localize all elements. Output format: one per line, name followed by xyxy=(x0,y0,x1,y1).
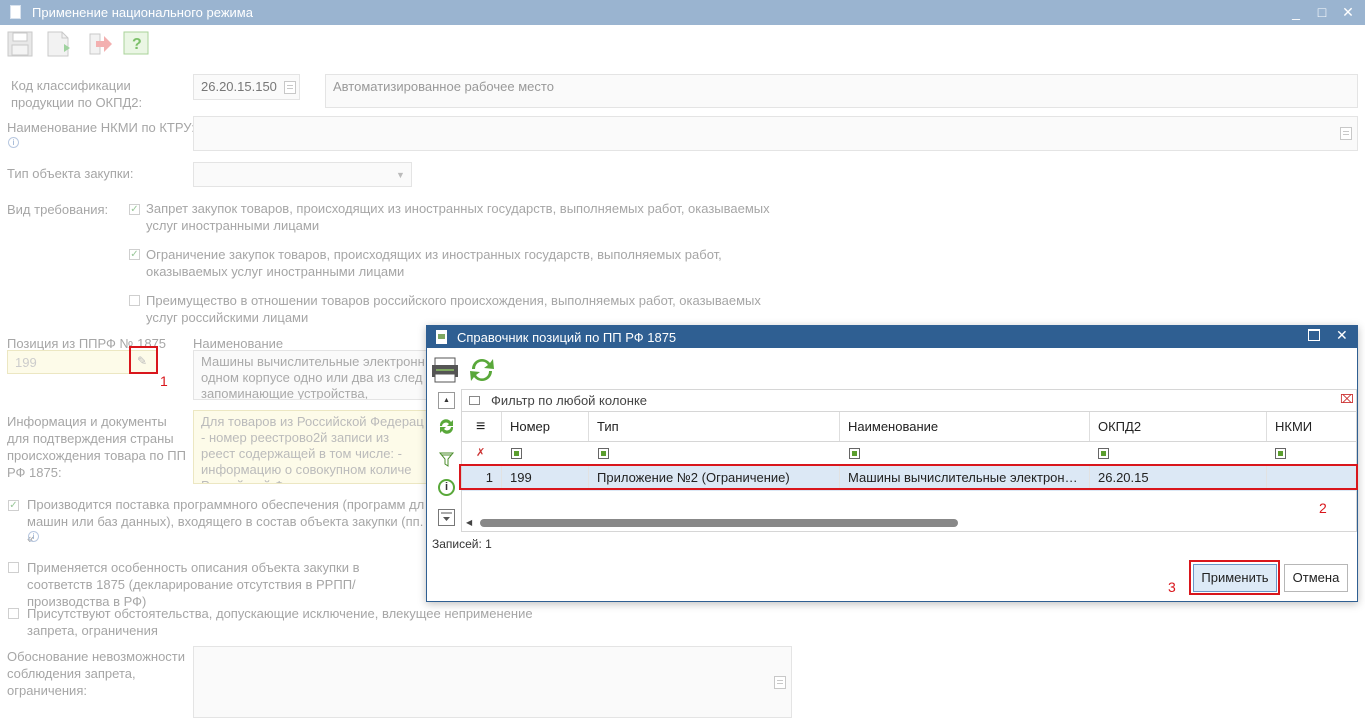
minimize-button[interactable]: _ xyxy=(1287,3,1305,21)
refresh-small-icon[interactable] xyxy=(438,418,455,435)
column-okpd2[interactable]: ОКПД2 xyxy=(1090,412,1267,441)
feature-checkbox[interactable] xyxy=(8,562,19,573)
clear-filter-icon[interactable]: ✗ xyxy=(476,446,485,459)
software-text: Производится поставка программного обесп… xyxy=(27,497,425,546)
info-circle-icon[interactable]: i xyxy=(438,479,455,496)
highlight-box-2 xyxy=(459,464,1358,490)
name-field: Машины вычислительные электронн одном ко… xyxy=(193,350,433,400)
window-title: Применение национального режима xyxy=(32,5,253,20)
annotation-3: 3 xyxy=(1168,579,1176,595)
filter-checkbox-type[interactable] xyxy=(598,448,609,459)
dialog-icon xyxy=(436,330,447,344)
maximize-button[interactable]: □ xyxy=(1313,3,1331,21)
refresh-icon[interactable] xyxy=(467,355,497,385)
scroll-left-arrow[interactable]: ◀ xyxy=(466,518,472,527)
type-label: Тип объекта закупки: xyxy=(7,166,134,181)
okpd-name-field: Автоматизированное рабочее место xyxy=(325,74,1358,108)
column-filter-row: ✗ xyxy=(462,442,1356,465)
circumstance-checkbox[interactable] xyxy=(8,608,19,619)
docs-label: Информация и документы для подтверждения… xyxy=(7,414,186,480)
okpd-code-value: 26.20.15.150 xyxy=(201,79,277,94)
docs-value: Для товаров из Российской Федерац - номе… xyxy=(201,414,424,483)
info-icon[interactable]: i xyxy=(8,137,19,148)
list-icon[interactable] xyxy=(284,81,296,94)
req-option-advantage: Преимущество в отношении товаров российс… xyxy=(146,293,761,325)
document-icon xyxy=(10,5,21,19)
filter-toggle-icon[interactable] xyxy=(469,396,480,405)
dialog-close-button[interactable]: ✕ xyxy=(1336,327,1348,344)
position-value: 199 xyxy=(15,355,37,370)
filter-checkbox-okpd2[interactable] xyxy=(1098,448,1109,459)
grid-header: ≡ Номер Тип Наименование ОКПД2 НКМИ xyxy=(462,412,1356,442)
chevron-down-icon: ▼ xyxy=(396,170,405,180)
req-checkbox-limit[interactable]: ✓ xyxy=(129,249,140,260)
side-toolbar: ▲ i xyxy=(431,389,457,532)
highlight-box-1 xyxy=(129,346,158,374)
annotation-2: 2 xyxy=(1319,500,1327,516)
filter-row: Фильтр по любой колонке ⌧ xyxy=(462,390,1356,412)
help-icon[interactable]: ? xyxy=(122,30,150,58)
name-value: Машины вычислительные электронн одном ко… xyxy=(201,354,425,400)
document-icon[interactable] xyxy=(44,30,72,58)
justification-field[interactable] xyxy=(193,646,792,718)
list-icon[interactable] xyxy=(1340,127,1352,140)
filter-input[interactable]: Фильтр по любой колонке xyxy=(491,393,647,408)
column-nkmi[interactable]: НКМИ xyxy=(1267,412,1356,441)
save-icon[interactable] xyxy=(6,30,34,58)
help-glyph: ? xyxy=(132,36,142,53)
annotation-1: 1 xyxy=(160,373,168,389)
info-icon[interactable]: i xyxy=(28,531,39,542)
filter-checkbox-number[interactable] xyxy=(511,448,522,459)
nkmi-label: Наименование НКМИ по КТРУ: xyxy=(7,120,195,135)
software-checkbox[interactable]: ✓ xyxy=(8,500,19,511)
column-name[interactable]: Наименование xyxy=(840,412,1090,441)
req-label: Вид требования: xyxy=(7,202,109,217)
docs-field: Для товаров из Российской Федерац - номе… xyxy=(193,410,433,484)
cancel-button[interactable]: Отмена xyxy=(1284,564,1348,592)
print-icon[interactable] xyxy=(430,356,460,384)
filter-checkbox-nkmi[interactable] xyxy=(1275,448,1286,459)
close-button[interactable]: ✕ xyxy=(1339,3,1357,21)
filter-icon[interactable] xyxy=(438,451,455,468)
okpd-label: Код классификации продукции по ОКПД2: xyxy=(11,78,143,110)
arrow-right-icon[interactable] xyxy=(86,30,114,58)
clear-filter-icon[interactable]: ⌧ xyxy=(1340,392,1354,406)
filter-checkbox-name[interactable] xyxy=(849,448,860,459)
column-type[interactable]: Тип xyxy=(589,412,840,441)
okpd-name-value: Автоматизированное рабочее место xyxy=(333,79,554,94)
column-number[interactable]: Номер xyxy=(502,412,589,441)
justification-label: Обоснование невозможности соблюдения зап… xyxy=(7,649,186,698)
type-select[interactable]: ▼ xyxy=(193,162,412,187)
records-count: Записей: 1 xyxy=(432,537,492,551)
req-checkbox-ban[interactable]: ✓ xyxy=(129,204,140,215)
horizontal-scrollbar[interactable] xyxy=(480,519,958,527)
highlight-box-3 xyxy=(1189,560,1280,595)
positions-dialog: Справочник позиций по ПП РФ 1875 ✕ ▲ i Ф… xyxy=(426,325,1358,602)
req-option-limit: Ограничение закупок товаров, происходящи… xyxy=(146,247,722,279)
feature-text: Применяется особенность описания объекта… xyxy=(27,560,360,609)
scroll-up-button[interactable]: ▲ xyxy=(438,392,455,409)
main-title-bar: Применение национального режима _ □ ✕ xyxy=(0,0,1365,25)
req-option-ban: Запрет закупок товаров, происходящих из … xyxy=(146,201,770,233)
positions-grid: Фильтр по любой колонке ⌧ ≡ Номер Тип На… xyxy=(461,389,1357,532)
circumstance-text: Присутствуют обстоятельства, допускающие… xyxy=(27,606,533,638)
nkmi-field[interactable] xyxy=(193,116,1358,151)
list-icon[interactable] xyxy=(774,676,786,689)
dialog-title-bar: Справочник позиций по ПП РФ 1875 ✕ xyxy=(427,326,1357,348)
dialog-title: Справочник позиций по ПП РФ 1875 xyxy=(457,330,677,345)
dialog-maximize-button[interactable] xyxy=(1308,329,1320,341)
req-checkbox-advantage[interactable] xyxy=(129,295,140,306)
scroll-down-button[interactable] xyxy=(438,509,455,526)
column-menu-icon[interactable]: ≡ xyxy=(462,412,502,441)
